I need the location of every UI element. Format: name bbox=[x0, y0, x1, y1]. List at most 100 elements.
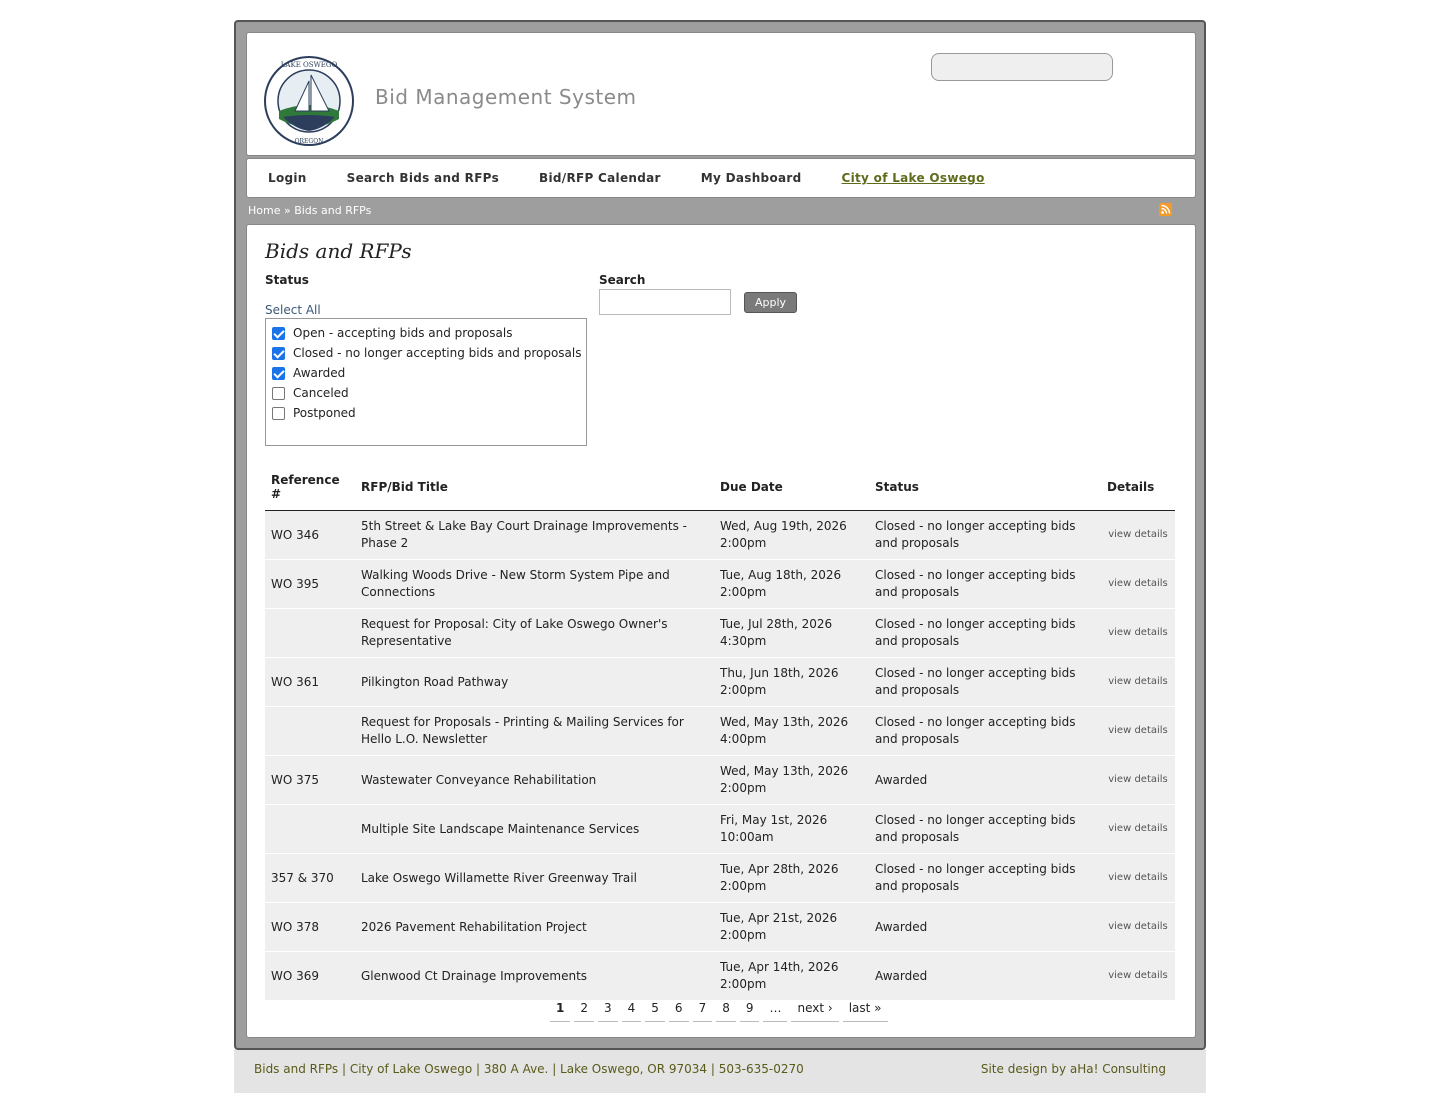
page-link-2[interactable]: 2 bbox=[574, 1001, 594, 1022]
status-option-label: Open - accepting bids and proposals bbox=[293, 326, 513, 340]
status-option-label: Awarded bbox=[293, 366, 346, 380]
col-header-status[interactable]: Status bbox=[869, 463, 1101, 511]
cell-title: Pilkington Road Pathway bbox=[355, 657, 714, 707]
footer-credit-link[interactable]: Site design by aHa! Consulting bbox=[981, 1062, 1166, 1076]
cell-status: Closed - no longer accepting bids and pr… bbox=[869, 804, 1101, 854]
table-row: WO 369 Glenwood Ct Drainage Improvements… bbox=[265, 951, 1175, 1001]
page-ellipsis: … bbox=[763, 1001, 788, 1022]
cell-title: Wastewater Conveyance Rehabilitation bbox=[355, 755, 714, 805]
page-link-5[interactable]: 5 bbox=[645, 1001, 665, 1022]
page-link-3[interactable]: 3 bbox=[598, 1001, 618, 1022]
nav-search-bids[interactable]: Search Bids and RFPs bbox=[347, 171, 499, 185]
cell-reference: WO 361 bbox=[265, 657, 355, 707]
cell-due-date: Tue, Apr 21st, 2026 2:00pm bbox=[714, 902, 869, 952]
svg-text:OREGON: OREGON bbox=[295, 138, 324, 145]
cell-reference: WO 346 bbox=[265, 510, 355, 560]
breadcrumb[interactable]: Home » Bids and RFPs bbox=[248, 204, 371, 217]
cell-status: Closed - no longer accepting bids and pr… bbox=[869, 559, 1101, 609]
site-header: LAKE OSWEGO OREGON Bid Management System bbox=[246, 32, 1196, 156]
page-link-6[interactable]: 6 bbox=[668, 1001, 689, 1022]
table-row: WO 346 5th Street & Lake Bay Court Drain… bbox=[265, 510, 1175, 560]
page-frame: LAKE OSWEGO OREGON Bid Management System… bbox=[234, 20, 1206, 1050]
status-filter-label: Status bbox=[265, 273, 309, 287]
page-next-link[interactable]: next › bbox=[791, 1001, 839, 1022]
view-details-link[interactable]: view details bbox=[1101, 657, 1175, 707]
status-option-label: Closed - no longer accepting bids and pr… bbox=[293, 346, 582, 360]
svg-text:LAKE OSWEGO: LAKE OSWEGO bbox=[281, 61, 338, 69]
cell-title: Lake Oswego Willamette River Greenway Tr… bbox=[355, 853, 714, 903]
cell-reference: WO 395 bbox=[265, 559, 355, 609]
cell-title: 5th Street & Lake Bay Court Drainage Imp… bbox=[355, 510, 714, 560]
view-details-link[interactable]: view details bbox=[1101, 510, 1175, 560]
table-row: Request for Proposals - Printing & Maili… bbox=[265, 706, 1175, 756]
table-header-row: Reference # RFP/Bid Title Due Date Statu… bbox=[265, 463, 1175, 511]
cell-reference bbox=[265, 804, 355, 854]
select-all-link[interactable]: Select All bbox=[265, 303, 321, 317]
checkbox-postponed[interactable] bbox=[272, 406, 285, 420]
nav-city-link[interactable]: City of Lake Oswego bbox=[842, 171, 985, 185]
view-details-link[interactable]: view details bbox=[1101, 853, 1175, 903]
col-header-title[interactable]: RFP/Bid Title bbox=[355, 463, 714, 511]
status-option-canceled[interactable]: Canceled bbox=[266, 383, 586, 403]
page-link-9[interactable]: 9 bbox=[739, 1001, 760, 1022]
page-link-7[interactable]: 7 bbox=[692, 1001, 713, 1022]
status-option-awarded[interactable]: Awarded bbox=[266, 363, 586, 383]
cell-reference: WO 378 bbox=[265, 902, 355, 952]
apply-button[interactable]: Apply bbox=[744, 292, 797, 313]
cell-status: Closed - no longer accepting bids and pr… bbox=[869, 853, 1101, 903]
cell-reference: WO 375 bbox=[265, 755, 355, 805]
search-label: Search bbox=[599, 273, 646, 287]
cell-due-date: Wed, May 13th, 2026 2:00pm bbox=[714, 755, 869, 805]
nav-bid-calendar[interactable]: Bid/RFP Calendar bbox=[539, 171, 661, 185]
header-search-input[interactable] bbox=[931, 53, 1113, 81]
col-header-reference[interactable]: Reference # bbox=[265, 463, 355, 511]
checkbox-awarded[interactable] bbox=[272, 366, 285, 380]
cell-title: Request for Proposals - Printing & Maili… bbox=[355, 706, 714, 756]
table-row: WO 395 Walking Woods Drive - New Storm S… bbox=[265, 559, 1175, 609]
cell-status: Awarded bbox=[869, 755, 1101, 805]
city-seal-logo[interactable]: LAKE OSWEGO OREGON bbox=[263, 55, 355, 147]
nav-my-dashboard[interactable]: My Dashboard bbox=[701, 171, 802, 185]
table-row: Request for Proposal: City of Lake Osweg… bbox=[265, 608, 1175, 658]
status-option-postponed[interactable]: Postponed bbox=[266, 403, 586, 423]
search-input[interactable] bbox=[599, 289, 731, 315]
page-last-link[interactable]: last » bbox=[842, 1001, 888, 1022]
status-option-label: Postponed bbox=[293, 406, 356, 420]
checkbox-canceled[interactable] bbox=[272, 386, 285, 400]
page-link-8[interactable]: 8 bbox=[716, 1001, 736, 1022]
table-row: 357 & 370 Lake Oswego Willamette River G… bbox=[265, 853, 1175, 903]
cell-due-date: Tue, Jul 28th, 2026 4:30pm bbox=[714, 608, 869, 658]
checkbox-closed[interactable] bbox=[272, 346, 285, 360]
page-link-1: 1 bbox=[550, 1001, 571, 1022]
view-details-link[interactable]: view details bbox=[1101, 804, 1175, 854]
cell-status: Closed - no longer accepting bids and pr… bbox=[869, 510, 1101, 560]
cell-due-date: Tue, Apr 28th, 2026 2:00pm bbox=[714, 853, 869, 903]
main-content: Bids and RFPs Status Select All Open - a… bbox=[246, 224, 1196, 1038]
view-details-link[interactable]: view details bbox=[1101, 559, 1175, 609]
view-details-link[interactable]: view details bbox=[1101, 706, 1175, 756]
nav-login[interactable]: Login bbox=[268, 171, 307, 185]
cell-status: Closed - no longer accepting bids and pr… bbox=[869, 657, 1101, 707]
status-option-closed[interactable]: Closed - no longer accepting bids and pr… bbox=[266, 343, 586, 363]
cell-status: Closed - no longer accepting bids and pr… bbox=[869, 608, 1101, 658]
rss-feed-icon[interactable] bbox=[1159, 203, 1172, 216]
cell-due-date: Tue, Apr 14th, 2026 2:00pm bbox=[714, 951, 869, 1001]
page-link-4[interactable]: 4 bbox=[621, 1001, 642, 1022]
view-details-link[interactable]: view details bbox=[1101, 902, 1175, 952]
cell-reference bbox=[265, 608, 355, 658]
cell-status: Awarded bbox=[869, 902, 1101, 952]
cell-due-date: Thu, Jun 18th, 2026 2:00pm bbox=[714, 657, 869, 707]
status-option-open[interactable]: Open - accepting bids and proposals bbox=[266, 323, 586, 343]
view-details-link[interactable]: view details bbox=[1101, 755, 1175, 805]
status-filter-box: Open - accepting bids and proposals Clos… bbox=[265, 318, 587, 446]
cell-title: 2026 Pavement Rehabilitation Project bbox=[355, 902, 714, 952]
cell-title: Glenwood Ct Drainage Improvements bbox=[355, 951, 714, 1001]
cell-title: Request for Proposal: City of Lake Osweg… bbox=[355, 608, 714, 658]
status-option-label: Canceled bbox=[293, 386, 349, 400]
checkbox-open[interactable] bbox=[272, 326, 285, 340]
view-details-link[interactable]: view details bbox=[1101, 951, 1175, 1001]
cell-reference: WO 369 bbox=[265, 951, 355, 1001]
col-header-due-date[interactable]: Due Date bbox=[714, 463, 869, 511]
view-details-link[interactable]: view details bbox=[1101, 608, 1175, 658]
cell-due-date: Wed, May 13th, 2026 4:00pm bbox=[714, 706, 869, 756]
